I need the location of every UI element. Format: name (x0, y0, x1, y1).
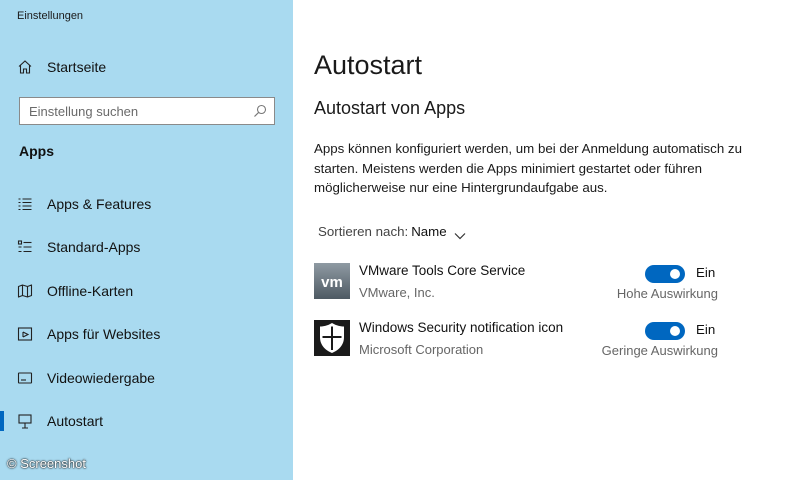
sidebar-item-home[interactable]: Startseite (0, 50, 293, 84)
startup-impact: Geringe Auswirkung (601, 343, 718, 358)
map-icon (16, 282, 34, 300)
settings-window: Einstellungen Startseite Apps Apps & Fea… (0, 0, 800, 480)
sidebar-item-label: Offline-Karten (47, 283, 134, 299)
sidebar-item-label: Videowiedergabe (47, 370, 155, 386)
websites-icon (16, 325, 34, 343)
section-title: Autostart von Apps (314, 98, 466, 118)
section-header: Apps (19, 143, 54, 159)
sidebar-item-apps-for-websites[interactable]: Apps für Websites (0, 317, 293, 351)
vmware-icon: vm (314, 263, 350, 299)
sort-value[interactable]: Name (411, 224, 446, 239)
selection-indicator (0, 411, 4, 431)
main-content: Autostart Autostart von Apps Apps können… (293, 0, 800, 480)
startup-app-row: vm VMware Tools Core Service VMware, Inc… (314, 262, 739, 308)
watermark: © Screenshot (7, 456, 86, 471)
sidebar-item-autostart[interactable]: Autostart (0, 404, 293, 438)
app-name: VMware Tools Core Service (359, 263, 526, 278)
description-text: Apps können konfiguriert werden, um bei … (314, 141, 742, 195)
app-publisher: Microsoft Corporation (359, 342, 484, 357)
sort-control[interactable]: Sortieren nach: Name (318, 224, 466, 239)
search-input[interactable] (20, 98, 254, 124)
svg-text:vm: vm (321, 274, 343, 291)
app-publisher: VMware, Inc. (359, 285, 435, 300)
chevron-down-icon[interactable] (454, 228, 466, 239)
default-apps-icon (16, 238, 34, 256)
sidebar-item-default-apps[interactable]: Standard-Apps (0, 230, 293, 264)
startup-icon (16, 412, 34, 430)
video-icon (16, 369, 34, 387)
sidebar-item-label: Apps & Features (47, 196, 152, 212)
sidebar-item-label: Startseite (47, 59, 107, 75)
sidebar-item-label: Standard-Apps (47, 239, 141, 255)
page-title: Autostart (314, 50, 423, 80)
apps-features-icon (16, 195, 34, 213)
sort-label: Sortieren nach: (318, 224, 409, 239)
sidebar-item-apps-features[interactable]: Apps & Features (0, 187, 293, 221)
search-box (19, 97, 275, 125)
toggle-knob (670, 269, 680, 279)
toggle-state-label: Ein (696, 265, 716, 280)
sidebar-item-label: Apps für Websites (47, 326, 161, 342)
sidebar-item-video-playback[interactable]: Videowiedergabe (0, 361, 293, 395)
toggle-state-label: Ein (696, 322, 716, 337)
search-icon[interactable] (252, 103, 268, 119)
app-name: Windows Security notification icon (359, 320, 564, 335)
home-icon (16, 58, 34, 76)
sidebar-item-label: Autostart (47, 413, 104, 429)
startup-app-row: Windows Security notification icon Micro… (314, 319, 739, 365)
windows-security-shield-icon (314, 320, 350, 356)
autostart-toggle[interactable] (645, 265, 685, 283)
window-title: Einstellungen (17, 10, 84, 22)
sidebar-item-offline-maps[interactable]: Offline-Karten (0, 274, 293, 308)
startup-impact: Hohe Auswirkung (616, 286, 718, 301)
autostart-toggle[interactable] (645, 322, 685, 340)
sidebar: Einstellungen Startseite Apps Apps & Fea… (0, 0, 293, 480)
toggle-knob (670, 326, 680, 336)
